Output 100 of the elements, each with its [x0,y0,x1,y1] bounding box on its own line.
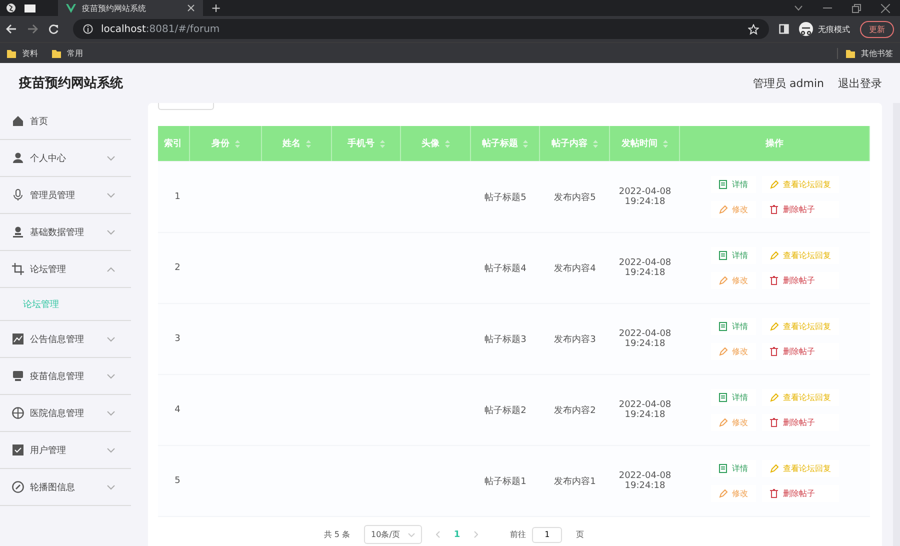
table-cell-text: 2022-04-08 19:24:18 [618,187,672,207]
table-cell-text: 发布内容5 [553,192,597,204]
chart-icon [12,333,24,345]
bookmark-folder[interactable]: 资料 [7,48,38,58]
pencil-icon [719,205,728,214]
back-arrow-icon[interactable] [6,24,17,34]
table-cell-text: 帖子标题1 [484,476,528,488]
table-cell-text: 2022-04-08 19:24:18 [618,258,672,278]
v-logo-icon [66,4,76,12]
address-field[interactable]: localhost:8081/#/forum [73,19,769,39]
sidebar-item[interactable]: 论坛管理 [0,251,131,288]
table-cell-text: 2022-04-08 19:24:18 [618,400,672,420]
sidebar-item[interactable]: 首页 [0,103,131,140]
sidebar-item[interactable]: 公告信息管理 [0,321,131,358]
table-cell-text: 帖子标题2 [484,404,528,416]
monitor-icon [12,370,24,382]
table-cell-text: 发布内容3 [553,334,597,346]
sort-icon [380,140,384,148]
table-cell-text: 5 [174,476,182,486]
total-count: 共 5 条 [324,529,350,540]
document-icon [719,251,728,260]
house-icon [12,115,24,127]
document-icon [719,393,728,402]
pencil-icon [770,180,779,189]
pencil-icon [719,489,728,498]
table-cell-text: 4 [174,405,182,415]
table-cell-text: 1 [174,192,182,202]
document-icon [719,322,728,331]
page-input[interactable]: 1 [532,526,562,542]
sidebar-item[interactable]: 轮播图信息 [0,469,131,506]
crop-icon [12,263,24,275]
checkbox-icon [12,444,24,456]
url-text: localhost:8081/#/forum [101,24,220,34]
table-cell-text: 帖子标题5 [484,192,528,204]
folder-icon [52,48,61,58]
table-cell-text: 2 [174,263,182,273]
table-cell-text: 发布内容1 [553,476,597,488]
sidebar-item[interactable]: 个人中心 [0,140,131,177]
pencil-icon [719,418,728,427]
logout-link[interactable]: 退出登录 [838,76,882,90]
sidebar-item[interactable]: 医院信息管理 [0,395,131,432]
trash-icon [770,347,779,356]
table-cell-text: 帖子标题3 [484,334,528,346]
sidebar-item[interactable]: 基础数据管理 [0,214,131,251]
microphone-icon [12,189,24,201]
sort-icon [234,140,240,148]
table-cell-text: 发布内容4 [553,262,597,274]
incognito-icon [799,22,813,36]
pencil-icon [770,464,779,473]
person-icon [12,226,24,238]
close-icon[interactable] [881,4,890,12]
restore-icon[interactable] [852,4,861,12]
new-tab-button[interactable]: + [211,2,222,14]
pencil-icon [770,393,779,402]
sort-icon [523,140,528,148]
sidebar-item[interactable]: 用户管理 [0,432,131,469]
incognito-profile-button[interactable]: 无痕模式 [799,22,850,36]
table-cell-text: 发布内容2 [553,404,597,416]
sort-icon [662,140,668,148]
site-title: 疫苗预约网站系统 [19,74,123,92]
table-cell-text: 2022-04-08 19:24:18 [618,471,672,491]
sidebar-item[interactable]: 疫苗信息管理 [0,358,131,395]
compass-icon [12,481,24,493]
table-cell-text: 2022-04-08 19:24:18 [618,329,672,349]
trash-icon [770,205,779,214]
sidebar-item[interactable]: 管理员管理 [0,177,131,214]
sidebar-panel-icon[interactable] [779,24,789,34]
forward-arrow-icon[interactable] [27,24,38,34]
sort-icon [444,140,450,148]
trash-icon [770,489,779,498]
pencil-icon [719,347,728,356]
chevron-down-icon[interactable] [794,5,803,11]
close-icon[interactable] [187,4,195,12]
reload-icon[interactable] [48,24,59,34]
pencil-icon [770,251,779,260]
trash-icon [770,418,779,427]
document-icon [719,180,728,189]
sort-icon [306,140,310,148]
folder-icon [846,48,855,58]
bookmark-folder[interactable]: 其他书签 [837,48,893,58]
bookmark-folder[interactable]: 常用 [52,48,83,58]
table-cell-text: 3 [174,334,182,344]
chevron-down-icon [408,532,415,536]
table-cell-text: 帖子标题4 [484,262,528,274]
person-icon [12,152,24,164]
minimize-icon[interactable] [823,7,832,9]
user-label: 管理员 admin [753,76,824,90]
pencil-icon [770,322,779,331]
window-icon[interactable] [24,4,36,12]
document-icon [719,464,728,473]
page-suffix: 页 [576,529,584,540]
trash-icon [770,276,779,285]
update-button[interactable]: 更新 [860,20,894,38]
folder-icon [7,48,16,58]
star-icon[interactable] [748,24,759,34]
sort-icon [592,140,598,148]
page-size-select[interactable]: 10条/页 [364,525,422,544]
info-icon [83,24,93,34]
browser-tab[interactable]: 疫苗预约网站系统 [58,0,203,16]
pencil-icon [719,276,728,285]
